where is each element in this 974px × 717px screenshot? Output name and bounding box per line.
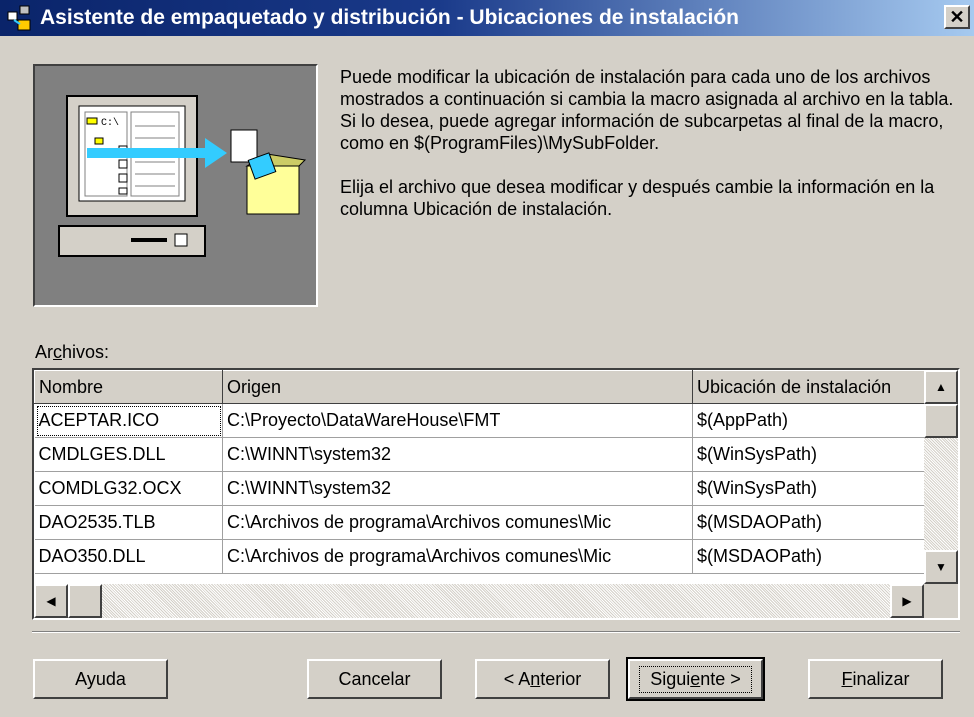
package-box-icon xyxy=(230,129,307,215)
cell-name[interactable]: DAO2535.TLB xyxy=(34,505,223,540)
files-label-accelerator: c xyxy=(53,342,62,362)
setup-wizard-icon xyxy=(6,4,34,32)
column-header-nombre[interactable]: Nombre xyxy=(34,370,223,404)
table-row[interactable]: COMDLG32.OCX C:\WINNT\system32 $(WinSysP… xyxy=(34,471,925,506)
computer-icon: C:\ xyxy=(58,95,206,257)
vertical-scroll-thumb[interactable] xyxy=(924,404,958,438)
cell-location[interactable]: $(WinSysPath) xyxy=(692,471,925,506)
next-button[interactable]: Siguiente > xyxy=(626,657,765,701)
cell-name[interactable]: DAO350.DLL xyxy=(34,539,223,574)
finish-button[interactable]: Finalizar xyxy=(808,659,943,699)
cell-origin[interactable]: C:\Archivos de programa\Archivos comunes… xyxy=(222,539,693,574)
instructions-paragraph-1: Puede modificar la ubicación de instalac… xyxy=(340,67,954,153)
arrow-right-icon: ▶ xyxy=(902,594,912,608)
cell-origin[interactable]: C:\WINNT\system32 xyxy=(222,471,693,506)
cell-origin[interactable]: C:\Proyecto\DataWareHouse\FMT xyxy=(222,403,693,438)
close-button[interactable]: ✕ xyxy=(944,5,970,29)
close-icon: ✕ xyxy=(949,7,965,27)
title-bar: Asistente de empaquetado y distribución … xyxy=(0,0,974,36)
horizontal-scroll-thumb[interactable] xyxy=(68,584,102,618)
cell-origin[interactable]: C:\WINNT\system32 xyxy=(222,437,693,472)
files-label: Archivos: xyxy=(35,342,110,362)
table-row[interactable]: ACEPTAR.ICO C:\Proyecto\DataWareHouse\FM… xyxy=(34,403,925,438)
instructions-text: Puede modificar la ubicación de instalac… xyxy=(340,66,965,242)
window-title: Asistente de empaquetado y distribución … xyxy=(40,6,739,29)
scroll-up-button[interactable]: ▲ xyxy=(924,370,958,404)
column-header-ubicacion[interactable]: Ubicación de instalación xyxy=(692,370,925,404)
instructions-paragraph-2: Elija el archivo que desea modificar y d… xyxy=(340,177,935,219)
cancel-button[interactable]: Cancelar xyxy=(307,659,442,699)
cell-name[interactable]: COMDLG32.OCX xyxy=(34,471,223,506)
scrollbar-corner xyxy=(924,584,958,618)
wizard-illustration: C:\ xyxy=(33,64,318,307)
files-table: Nombre Origen Ubicación de instalación A… xyxy=(34,370,925,574)
cell-location[interactable]: $(AppPath) xyxy=(692,403,925,438)
cell-name[interactable]: CMDLGES.DLL xyxy=(34,437,223,472)
scroll-left-button[interactable]: ◀ xyxy=(34,584,68,618)
cell-location[interactable]: $(WinSysPath) xyxy=(692,437,925,472)
cell-location[interactable]: $(MSDAOPath) xyxy=(692,505,925,540)
table-header-row: Nombre Origen Ubicación de instalación xyxy=(34,370,925,404)
arrow-left-icon: ◀ xyxy=(46,594,56,608)
back-button[interactable]: < An terior xyxy=(475,659,610,699)
table-row[interactable]: CMDLGES.DLL C:\WINNT\system32 $(WinSysPa… xyxy=(34,437,925,472)
table-row[interactable]: DAO350.DLL C:\Archivos de programa\Archi… xyxy=(34,539,925,574)
cell-name[interactable]: ACEPTAR.ICO xyxy=(34,403,223,438)
svg-text:C:\: C:\ xyxy=(101,117,119,129)
scroll-down-button[interactable]: ▼ xyxy=(924,550,958,584)
horizontal-scrollbar[interactable]: ◀ ▶ xyxy=(34,584,924,618)
files-grid[interactable]: Nombre Origen Ubicación de instalación A… xyxy=(32,368,960,620)
cell-location[interactable]: $(MSDAOPath) xyxy=(692,539,925,574)
help-button[interactable]: Ayuda xyxy=(33,659,168,699)
arrow-down-icon: ▼ xyxy=(935,560,947,574)
separator-line xyxy=(32,631,960,633)
scroll-right-button[interactable]: ▶ xyxy=(890,584,924,618)
arrow-up-icon: ▲ xyxy=(935,380,947,394)
column-header-origen[interactable]: Origen xyxy=(222,370,693,404)
table-row[interactable]: DAO2535.TLB C:\Archivos de programa\Arch… xyxy=(34,505,925,540)
cell-origin[interactable]: C:\Archivos de programa\Archivos comunes… xyxy=(222,505,693,540)
vertical-scrollbar[interactable]: ▲ ▼ xyxy=(924,370,958,584)
